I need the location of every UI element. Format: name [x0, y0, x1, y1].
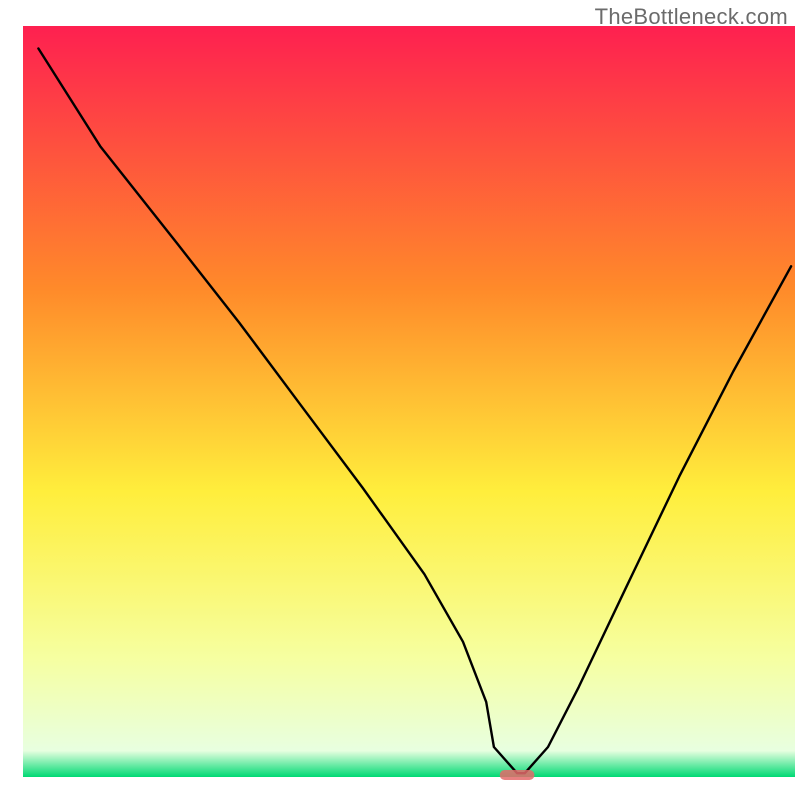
chart-container: TheBottleneck.com: [0, 0, 800, 800]
optimal-point-marker: [500, 770, 535, 780]
bottleneck-plot: [0, 0, 800, 800]
gradient-background: [23, 26, 795, 777]
